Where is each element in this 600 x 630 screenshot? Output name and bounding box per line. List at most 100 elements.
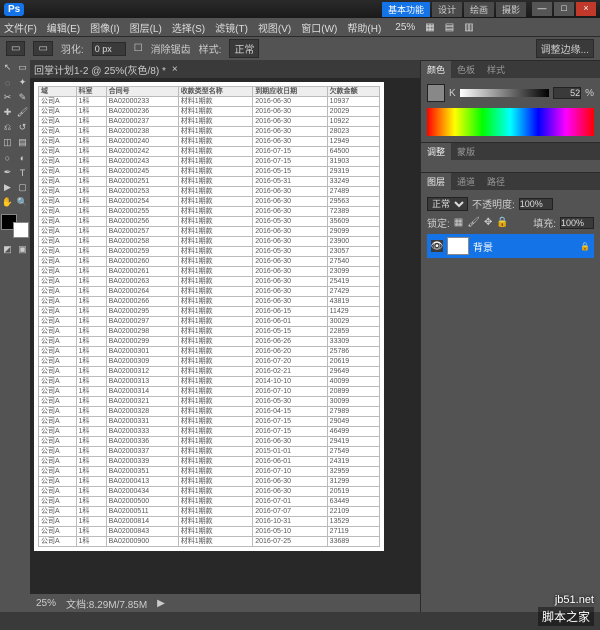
lock-transparent-icon[interactable]: ▦ xyxy=(454,217,463,228)
wand-tool-icon[interactable]: ✦ xyxy=(15,75,30,90)
table-cell: 1科 xyxy=(76,147,106,157)
dodge-tool-icon[interactable]: ◐ xyxy=(15,150,30,165)
tab-masks[interactable]: 蒙版 xyxy=(451,143,481,160)
stamp-tool-icon[interactable]: ⎌ xyxy=(0,120,15,135)
workspace-tab[interactable]: 绘画 xyxy=(464,2,494,17)
eyedropper-tool-icon[interactable]: ✎ xyxy=(15,90,30,105)
table-row: 公司A1科BA02000236材料1期款2016-06-3020029 xyxy=(39,107,380,117)
heal-tool-icon[interactable]: ✚ xyxy=(0,105,15,120)
workspace-tab[interactable]: 基本功能 xyxy=(382,2,430,17)
table-row: 公司A1科BA02000321材料1期款2016-05-3030099 xyxy=(39,397,380,407)
blend-mode-select[interactable]: 正常 xyxy=(427,197,468,211)
menu-image[interactable]: 图像(I) xyxy=(90,20,119,35)
color-preview-swatch[interactable] xyxy=(427,84,445,102)
table-cell: BA02000309 xyxy=(106,357,178,367)
menu-view[interactable]: 视图(V) xyxy=(258,20,291,35)
move-tool-icon[interactable]: ↖ xyxy=(0,60,15,75)
color-swatches[interactable] xyxy=(1,214,29,238)
eraser-tool-icon[interactable]: ◫ xyxy=(0,135,15,150)
status-arrow-icon[interactable]: ▶ xyxy=(157,598,165,609)
tab-adjustments[interactable]: 调整 xyxy=(421,143,451,160)
shape-tool-icon[interactable]: ▢ xyxy=(15,180,30,195)
tab-styles[interactable]: 样式 xyxy=(481,61,511,78)
table-cell: 公司A xyxy=(39,217,77,227)
crop-tool-icon[interactable]: ✂ xyxy=(0,90,15,105)
table-cell: 24319 xyxy=(327,457,379,467)
menu-file[interactable]: 文件(F) xyxy=(4,20,37,35)
feather-input[interactable] xyxy=(92,42,126,56)
opacity-input[interactable] xyxy=(519,198,553,210)
lock-pixels-icon[interactable]: 🖌 xyxy=(467,217,480,228)
gradient-tool-icon[interactable]: ▤ xyxy=(15,135,30,150)
hand-tool-icon[interactable]: ✋ xyxy=(0,195,15,210)
menu-select[interactable]: 选择(S) xyxy=(172,20,205,35)
table-cell: 材料1期款 xyxy=(178,337,252,347)
k-slider[interactable] xyxy=(460,89,549,97)
table-cell: 公司A xyxy=(39,477,77,487)
close-button[interactable]: × xyxy=(576,2,596,16)
table-cell: 28023 xyxy=(327,127,379,137)
lock-position-icon[interactable]: ✥ xyxy=(484,217,492,228)
k-value-input[interactable] xyxy=(553,87,581,99)
table-cell: 材料1期款 xyxy=(178,507,252,517)
table-cell: 1科 xyxy=(76,457,106,467)
table-cell: 材料1期款 xyxy=(178,117,252,127)
menu-edit[interactable]: 编辑(E) xyxy=(47,20,80,35)
menu-window[interactable]: 窗口(W) xyxy=(301,20,337,35)
path-select-icon[interactable]: ▶ xyxy=(0,180,15,195)
table-cell: 材料1期款 xyxy=(178,457,252,467)
marquee-tool-icon[interactable]: ▭ xyxy=(6,41,25,56)
type-tool-icon[interactable]: T xyxy=(15,165,30,180)
minimize-button[interactable]: — xyxy=(532,2,552,16)
tab-channels[interactable]: 通道 xyxy=(451,173,481,190)
status-zoom[interactable]: 25% xyxy=(36,598,56,609)
layer-thumbnail[interactable] xyxy=(447,237,469,255)
document-tab[interactable]: 回掌计划1-2 @ 25%(灰色/8) * × xyxy=(30,60,420,78)
screen-mode-icon[interactable]: ▤ xyxy=(445,22,454,33)
color-spectrum[interactable] xyxy=(427,108,594,136)
workspace-tab[interactable]: 设计 xyxy=(432,2,462,17)
menu-help[interactable]: 帮助(H) xyxy=(347,20,381,35)
menu-filter[interactable]: 滤镜(T) xyxy=(215,20,248,35)
tab-layers[interactable]: 图层 xyxy=(421,173,451,190)
selection-mode-icon[interactable]: ▭ xyxy=(33,41,52,56)
workspace-tab[interactable]: 摄影 xyxy=(496,2,526,17)
antialias-checkbox[interactable]: ☐ xyxy=(134,43,143,54)
background-swatch[interactable] xyxy=(13,222,29,238)
visibility-icon[interactable]: 👁 xyxy=(431,240,443,252)
table-cell: 公司A xyxy=(39,187,77,197)
fill-input[interactable] xyxy=(560,217,594,229)
table-cell: 公司A xyxy=(39,517,77,527)
lasso-tool-icon[interactable]: ◌ xyxy=(0,75,15,90)
style-select[interactable]: 正常 xyxy=(229,39,259,58)
table-cell: BA02000258 xyxy=(106,237,178,247)
canvas-viewport[interactable]: 域科室合同号收款类型名称到期应收日期欠款金额 公司A1科BA02000233材料… xyxy=(30,78,420,594)
tab-color[interactable]: 颜色 xyxy=(421,61,451,78)
brush-tool-icon[interactable]: 🖌 xyxy=(15,105,30,120)
table-cell: 2016-07-15 xyxy=(253,417,327,427)
quickmask-icon[interactable]: ◩ xyxy=(0,242,15,257)
document-close-icon[interactable]: × xyxy=(172,64,178,75)
tab-paths[interactable]: 路径 xyxy=(481,173,511,190)
lock-all-icon[interactable]: 🔒 xyxy=(496,217,508,228)
table-cell: 1科 xyxy=(76,307,106,317)
table-header: 合同号 xyxy=(106,87,178,97)
status-docsize: 文档:8.29M/7.85M xyxy=(66,596,147,611)
extras-icon[interactable]: ▥ xyxy=(464,22,473,33)
pen-tool-icon[interactable]: ✒ xyxy=(0,165,15,180)
tab-swatches[interactable]: 色板 xyxy=(451,61,481,78)
table-cell: BA02000236 xyxy=(106,107,178,117)
table-cell: 2016-05-31 xyxy=(253,177,327,187)
zoom-display[interactable]: 25% xyxy=(395,22,415,33)
table-cell: 材料1期款 xyxy=(178,477,252,487)
menu-layer[interactable]: 图层(L) xyxy=(130,20,162,35)
layer-row[interactable]: 👁 背景 🔒 xyxy=(427,234,594,258)
refine-edge-button[interactable]: 调整边缘... xyxy=(536,39,594,58)
maximize-button[interactable]: □ xyxy=(554,2,574,16)
arrange-icon[interactable]: ▦ xyxy=(425,22,434,33)
blur-tool-icon[interactable]: ○ xyxy=(0,150,15,165)
marquee-tool-icon[interactable]: ▭ xyxy=(15,60,30,75)
screenmode-icon[interactable]: ▣ xyxy=(15,242,30,257)
zoom-tool-icon[interactable]: 🔍 xyxy=(15,195,30,210)
history-brush-icon[interactable]: ↺ xyxy=(15,120,30,135)
